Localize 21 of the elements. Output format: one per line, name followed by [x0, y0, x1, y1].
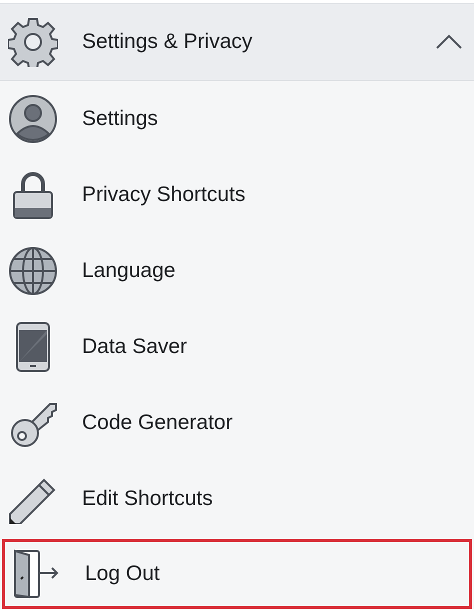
menu-item-label: Code Generator — [82, 411, 233, 435]
menu-item[interactable]: Edit Shortcuts — [0, 461, 474, 537]
menu-item-label: Settings — [82, 107, 158, 131]
chevron-up-icon — [436, 34, 462, 50]
menu-item[interactable]: Data Saver — [0, 309, 474, 385]
globe-icon — [8, 246, 58, 296]
settings-privacy-header[interactable]: Settings & Privacy — [0, 3, 474, 81]
section-title: Settings & Privacy — [82, 30, 254, 54]
profile-icon — [8, 94, 58, 144]
logout-icon — [11, 549, 61, 599]
menu-item-label: Data Saver — [82, 335, 188, 359]
menu-item[interactable]: Privacy Shortcuts — [0, 157, 474, 233]
menu-item[interactable]: Settings — [0, 81, 474, 157]
gear-icon — [8, 17, 58, 67]
menu-item-label: Edit Shortcuts — [82, 487, 213, 511]
menu-item[interactable]: Language — [0, 233, 474, 309]
menu-item-label: Language — [82, 259, 176, 283]
menu-item-label: Privacy Shortcuts — [82, 183, 246, 207]
menu-item[interactable]: Code Generator — [0, 385, 474, 461]
menu-item[interactable]: Log Out — [2, 539, 472, 609]
menu-item-label: Log Out — [85, 562, 160, 586]
